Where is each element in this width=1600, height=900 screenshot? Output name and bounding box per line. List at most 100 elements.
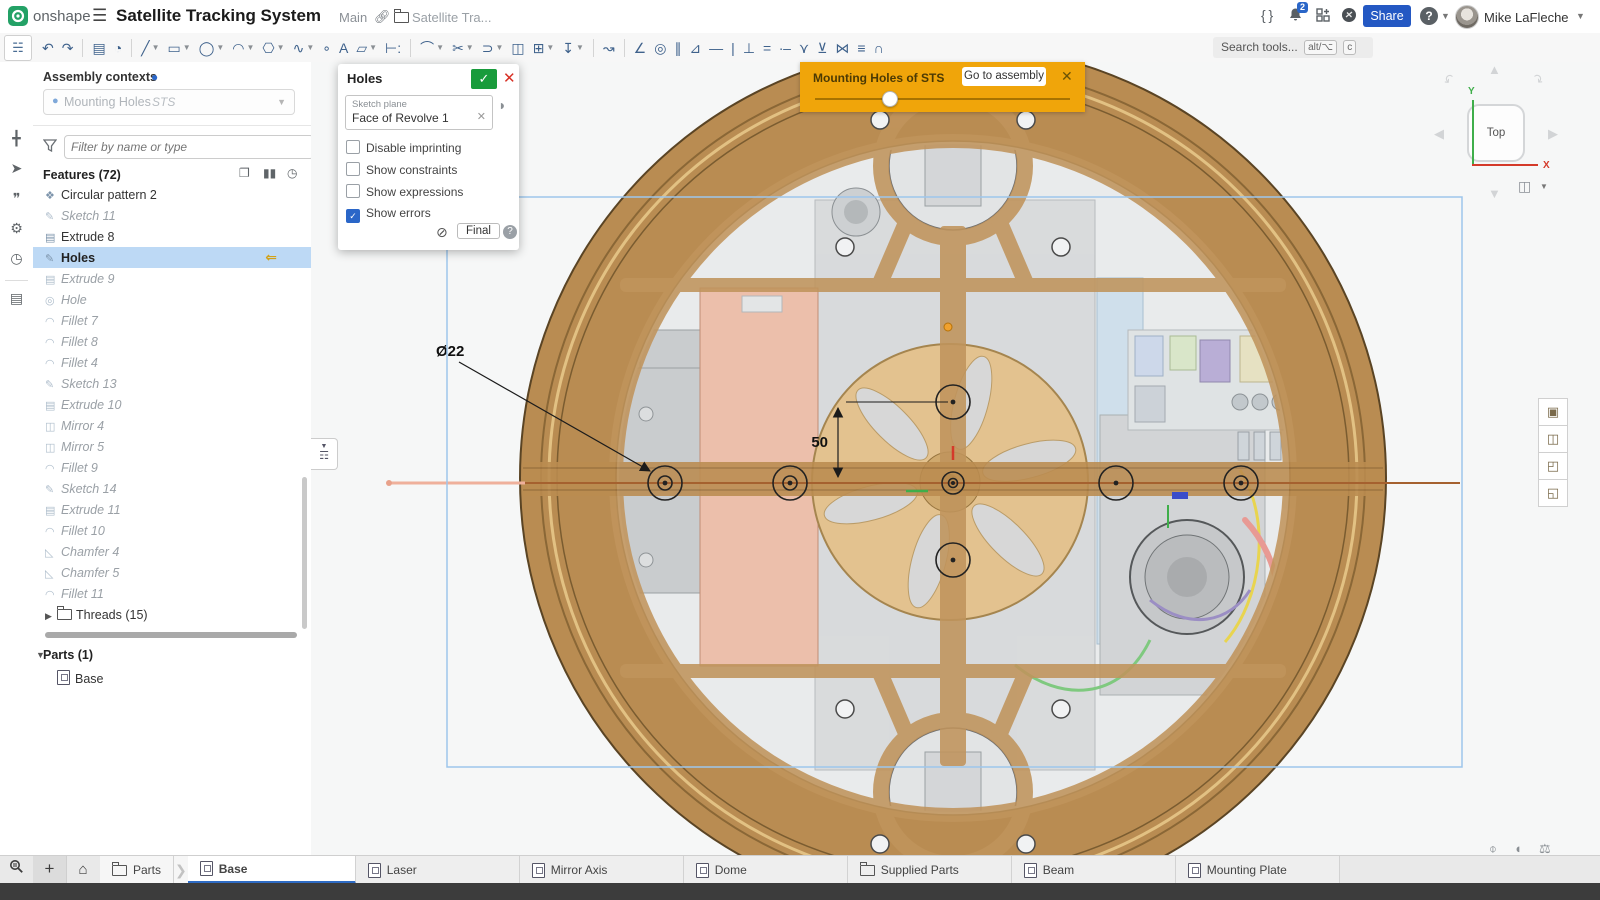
final-button[interactable]: Final [457,223,500,239]
features-vertical-scrollbar[interactable] [302,477,307,629]
home-tab-button[interactable]: ⌂ [66,856,100,884]
tab-dome[interactable]: Dome [684,856,848,884]
named-views-icon[interactable]: ◫ [1538,425,1568,453]
polygon-tool-icon[interactable]: ⎔▼ [258,36,288,60]
viewcube-arrow-right-icon[interactable]: ▶ [1548,126,1558,142]
context-slider-track[interactable] [815,98,1070,100]
constraint-angle-icon[interactable]: ∠ [630,36,651,60]
mate-connector-icon[interactable]: ╋ [0,130,33,147]
feature-script-icon[interactable]: { } [1261,7,1273,23]
point-tool-icon[interactable]: ∘ [318,36,335,60]
user-avatar[interactable] [1455,5,1479,29]
main-menu-icon[interactable]: ☰ [92,6,107,26]
feature-row[interactable]: ❖Circular pattern 2 [33,184,311,205]
checkbox-icon[interactable] [346,162,360,176]
part-row-base[interactable]: Base [57,670,104,686]
constraint-periodic-icon[interactable]: ∩ [870,36,888,60]
configurations-icon[interactable]: ⚙ [0,220,33,237]
spline-tool-icon[interactable]: ∿▼ [289,36,319,60]
dropdown-caret-icon[interactable]: ▼ [369,43,377,52]
app-store-icon[interactable] [1316,7,1332,25]
dimension-tool-icon[interactable]: ⊢: [381,36,405,60]
document-title[interactable]: Satellite Tracking System [116,6,321,26]
feature-row[interactable]: ◫Mirror 5 [33,436,311,457]
tab-laser[interactable]: Laser [356,856,520,884]
tab-base[interactable]: Base [188,856,356,884]
constraint-vertical-icon[interactable]: | [727,36,739,60]
dimension-diameter-label[interactable]: Ø22 [436,343,464,360]
checkbox-icon[interactable] [346,184,360,198]
context-slider-handle[interactable] [882,91,898,107]
history-clock-icon[interactable]: ◗ [498,97,506,113]
insert-image-icon[interactable]: ↧▼ [558,36,588,60]
dimension-distance-label[interactable]: 50 [811,434,828,451]
render-options-icon[interactable]: ▣ [1538,398,1568,426]
feature-row[interactable]: ✎Sketch 11 [33,205,311,226]
dropdown-caret-icon[interactable]: ▼ [466,43,474,52]
extrude-icon[interactable]: ▤ [88,36,109,60]
comments-icon[interactable]: ❞ [0,190,33,207]
sketch-origin-point[interactable] [944,323,952,331]
feature-row[interactable]: ◠Fillet 7 [33,310,311,331]
sketch-fillet-icon[interactable]: ⌒▼ [416,36,448,60]
constraint-equal-spacing-icon[interactable]: ≡ [853,36,869,60]
dropdown-caret-icon[interactable]: ▼ [306,43,314,52]
offset-icon[interactable]: ⊃▼ [478,36,508,60]
feature-row[interactable]: ◠Fillet 4 [33,352,311,373]
checkbox-icon[interactable]: ✓ [346,209,360,223]
feature-row[interactable]: ◫Mirror 4 [33,415,311,436]
edit-rollback-arrow-icon[interactable]: ⇐ [265,247,277,268]
constraint-concentric-icon[interactable]: ◎ [650,36,670,60]
suppress-icon[interactable]: ▮▮ [263,166,276,180]
parts-header[interactable]: Parts (1) [43,648,93,662]
feature-row[interactable]: ◠Fillet 10 [33,520,311,541]
feature-row[interactable]: ▤Extrude 8 [33,226,311,247]
dialog-help-icon[interactable]: ? [503,225,517,239]
feature-row[interactable]: ◠Fillet 11 [33,583,311,604]
dropdown-caret-icon[interactable]: ▼ [277,43,285,52]
constraint-coincident-icon[interactable]: ⋎ [795,36,813,60]
banner-close-icon[interactable]: ✕ [1061,68,1073,85]
tab-mounting-plate[interactable]: Mounting Plate [1176,856,1340,884]
display-states-icon[interactable]: ◰ [1538,452,1568,480]
trim-icon[interactable]: ✂▼ [448,36,478,60]
dropdown-caret-icon[interactable]: ▼ [436,43,444,52]
viewcube-arrow-up-icon[interactable]: ▲ [1488,62,1501,77]
constraint-perpendicular-icon[interactable]: ⊥ [739,36,759,60]
feature-row[interactable]: ▤Extrude 10 [33,394,311,415]
feature-row[interactable]: ▤Extrude 11 [33,499,311,520]
dialog-confirm-button[interactable]: ✓ [471,69,497,89]
viewcube-arrow-down-icon[interactable]: ▼ [1488,186,1501,201]
dropdown-caret-icon[interactable]: ▼ [152,43,160,52]
view-options-caret-icon[interactable]: ▼ [1540,182,1548,191]
construction-tool-icon[interactable]: ▱▼ [352,36,381,60]
tab-supplied-parts[interactable]: Supplied Parts [848,856,1012,884]
spline-handle-icon[interactable]: ↝ [599,36,619,60]
help-caret-icon[interactable]: ▼ [1441,11,1450,21]
circle-tool-icon[interactable]: ◯▼ [195,36,229,60]
dropdown-caret-icon[interactable]: ▼ [576,43,584,52]
line-tool-icon[interactable]: ╱▼ [137,36,163,60]
viewcube-arrow-left-icon[interactable]: ◀ [1434,126,1444,142]
feature-row[interactable]: ✎Holes⇐ [33,247,311,268]
learning-center-icon[interactable] [1341,7,1357,26]
sketch-view-icon[interactable]: ⊘ [436,224,448,241]
checkbox-show-constraints[interactable]: Show constraints [346,162,457,177]
user-name[interactable]: Mike LaFleche [1484,10,1569,25]
revolve-icon[interactable]: ◔ [110,36,126,60]
tab-parts[interactable]: Parts [100,856,174,884]
constraint-equal-icon[interactable]: = [759,36,775,60]
search-tools-button[interactable]: Search tools... alt/⌥ c [1213,37,1373,58]
shaded-view-icon[interactable]: ◖ [1514,841,1522,856]
text-tool-icon[interactable]: A [335,36,352,60]
constraint-horizontal-icon[interactable]: — [705,36,727,60]
checkbox-icon[interactable] [346,140,360,154]
feature-row[interactable]: ✎Sketch 13 [33,373,311,394]
constraint-tangent-icon[interactable]: ⊿ [685,36,705,60]
bill-of-materials-icon[interactable]: ◱ [1538,479,1568,507]
folder-expand-chevron-icon[interactable]: ▶ [45,606,57,627]
dropdown-caret-icon[interactable]: ▼ [216,43,224,52]
dropdown-caret-icon[interactable]: ▼ [183,43,191,52]
breadcrumb-document[interactable]: Satellite Tra... [412,10,491,25]
publish-icon[interactable]: ➤ [0,160,33,177]
